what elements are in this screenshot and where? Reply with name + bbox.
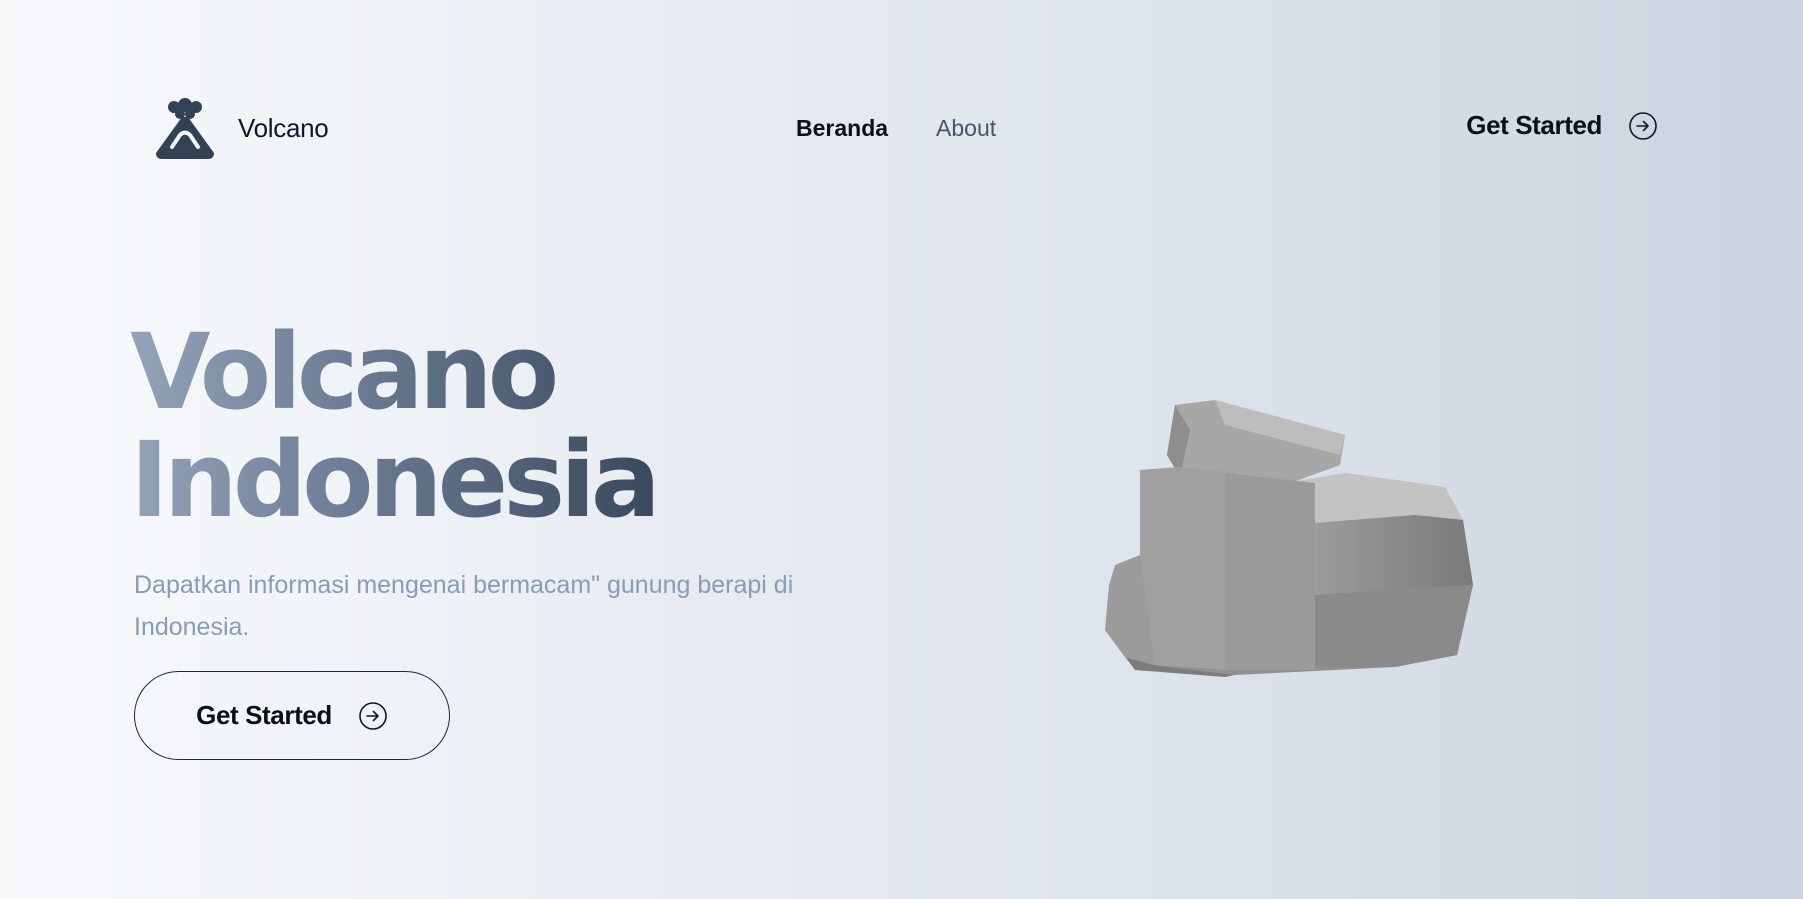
nav-item-about[interactable]: About	[936, 112, 996, 144]
site-header: Volcano Beranda About Get Started	[0, 0, 1803, 256]
hero-get-started-button[interactable]: Get Started	[134, 671, 450, 760]
rock-3d-illustration	[1095, 395, 1495, 685]
hero-subtitle: Dapatkan informasi mengenai bermacam" gu…	[134, 571, 794, 641]
hero-title-line-2: Indonesia	[130, 419, 656, 541]
arrow-right-circle-icon	[358, 701, 388, 731]
nav-item-beranda[interactable]: Beranda	[796, 112, 888, 144]
hero-title: Volcano Indonesia	[130, 318, 890, 534]
hero-title-line-1: Volcano	[130, 311, 555, 433]
hero-get-started-label: Get Started	[196, 700, 332, 730]
brand-logo-link[interactable]: Volcano	[154, 97, 329, 159]
brand-name: Volcano	[238, 112, 329, 143]
volcano-icon	[154, 97, 216, 159]
arrow-right-circle-icon	[1628, 111, 1658, 141]
main-nav: Beranda About	[796, 112, 996, 144]
header-get-started-label: Get Started	[1466, 110, 1602, 140]
header-get-started-button[interactable]: Get Started	[1466, 110, 1658, 141]
